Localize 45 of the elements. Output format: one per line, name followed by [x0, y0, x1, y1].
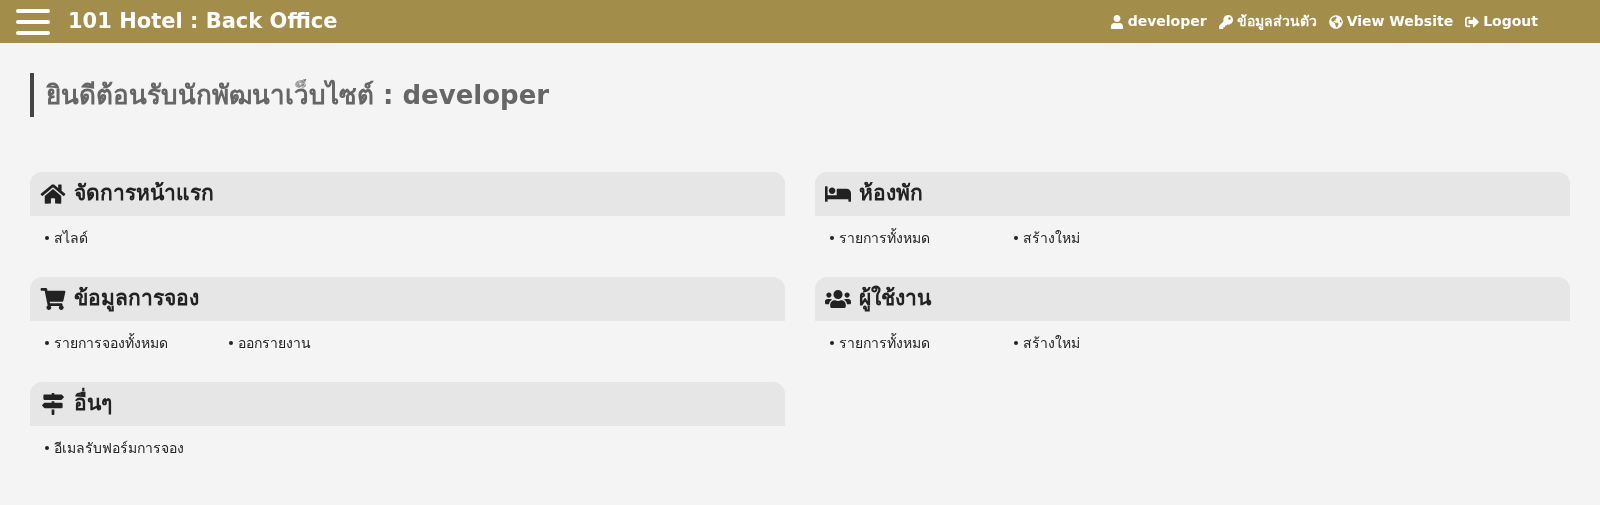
bullet-icon [45, 236, 49, 240]
nav-link-text: ข้อมูลส่วนตัว [1236, 12, 1317, 32]
section-title: อื่นๆ [74, 388, 112, 420]
nav-link-text: Logout [1483, 12, 1538, 31]
link-text: อีเมลรับฟอร์มการจอง [54, 438, 184, 458]
user-icon [1109, 14, 1124, 29]
link-text: รายการทั้งหมด [839, 332, 930, 353]
bullet-icon [45, 341, 49, 345]
bullet-icon [830, 341, 834, 345]
menu-link[interactable]: ออกรายงาน [229, 332, 413, 354]
menu-link[interactable]: รายการทั้งหมด [830, 227, 1014, 249]
nav-link-text: View Website [1346, 12, 1454, 31]
link-text: รายการทั้งหมด [839, 227, 930, 248]
section-title: ข้อมูลการจอง [74, 285, 199, 314]
menu-link[interactable]: รายการทั้งหมด [830, 332, 1014, 354]
key-icon [1218, 14, 1233, 29]
section-title: จัดการหน้าแรก [74, 180, 214, 208]
nav-link-text: developer [1127, 12, 1207, 31]
bed-icon [825, 183, 851, 205]
globe-icon [1328, 14, 1343, 29]
welcome-heading: ยินดีต้อนรับนักพัฒนาเว็บไซต์ : developer [30, 73, 1570, 117]
section-title: ห้องพัก [859, 180, 923, 208]
users-icon [825, 288, 851, 310]
link-text: สร้างใหม่ [1023, 228, 1080, 248]
bullet-icon [1014, 236, 1018, 240]
home-icon [40, 183, 66, 205]
bullet-icon [45, 446, 49, 450]
bullet-icon [1014, 341, 1018, 345]
app-title: 101 Hotel : Back Office [68, 7, 338, 35]
link-text: รายการจองทั้งหมด [54, 332, 168, 353]
bullet-icon [830, 236, 834, 240]
bullet-icon [229, 341, 233, 345]
section-title: ผู้ใช้งาน [859, 284, 931, 314]
menu-link[interactable]: อีเมลรับฟอร์มการจอง [45, 437, 229, 459]
cart-icon [40, 288, 66, 310]
logout-icon [1465, 14, 1480, 29]
menu-icon[interactable] [16, 8, 50, 35]
menu-link[interactable]: รายการจองทั้งหมด [45, 332, 229, 354]
link-text: ออกรายงาน [238, 333, 311, 353]
link-text: สร้างใหม่ [1023, 333, 1080, 353]
menu-link[interactable]: สร้างใหม่ [1014, 332, 1198, 354]
link-text: สไลด์ [54, 228, 88, 248]
menu-link[interactable]: สร้างใหม่ [1014, 227, 1198, 249]
menu-link[interactable]: สไลด์ [45, 227, 229, 249]
signpost-icon [40, 393, 66, 415]
